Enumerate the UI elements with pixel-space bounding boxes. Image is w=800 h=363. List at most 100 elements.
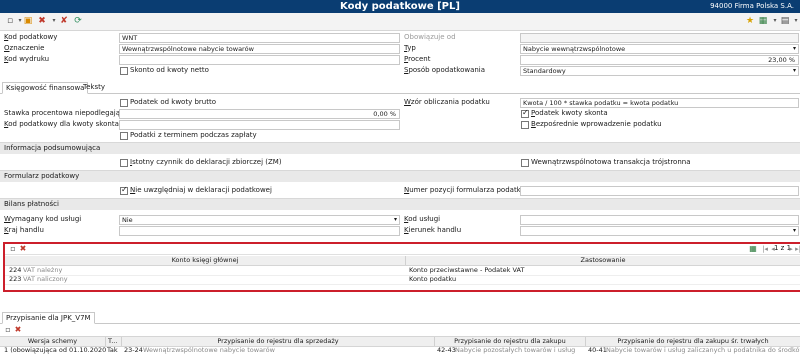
bilans-section-header: Bilans płatności	[0, 198, 800, 210]
toolbar: ▫ ▾ ▣ ✖ ▾ ✘ ⟳ ★ ▦ ▾ ▤ ▾	[0, 13, 800, 31]
typ-select[interactable]: Nabycie wewnątrzwspólnotowe ▾	[520, 44, 799, 54]
procent-field[interactable]: 23,00 %	[520, 55, 799, 65]
bezposrednie-label: Bezpośrednie wprowadzenie podatku	[531, 120, 662, 128]
delete-icon[interactable]: ✖	[36, 15, 48, 27]
numer-pozycji-field[interactable]	[520, 186, 799, 196]
kraj-handlu-label: Kraj handlu	[4, 226, 44, 234]
gl-accounts-grid: ▫ ✖ ▦ |◂ ◂ 1 z 1 ▸ ▸| Konto księgi główn…	[3, 242, 800, 292]
tab-bar: Księgowość finansowa Teksty	[0, 82, 800, 94]
column-header-zastosowanie[interactable]: Zastosowanie	[406, 256, 800, 265]
stawka-field[interactable]: 0,00 %	[119, 109, 400, 119]
grid-header: Konto księgi głównej Zastosowanie	[5, 256, 800, 266]
column-header-t[interactable]: T...	[108, 337, 120, 346]
column-header-zakup[interactable]: Przypisanie do rejestru dla zakupu	[435, 337, 585, 346]
company-label: 94000 Firma Polska S.A.	[710, 2, 794, 10]
wymagany-value: Nie	[122, 216, 133, 224]
reject-icon[interactable]: ✘	[58, 15, 70, 27]
kierunek-select[interactable]: ▾	[520, 226, 799, 236]
bottom-tab-bar: Przypisanie dla JPK_V7M	[0, 312, 800, 324]
kod-wydruku-label: Kod wydruku	[4, 55, 50, 63]
account-code: 223	[9, 275, 22, 283]
kod-uslugi-label: Kod usługi	[404, 215, 441, 223]
skonto-checkbox[interactable]	[120, 67, 128, 75]
column-header-srodki-trwale[interactable]: Przypisanie do rejestru dla zakupu śr. t…	[586, 337, 800, 346]
kierunek-label: Kierunek handlu	[404, 226, 462, 234]
chevron-down-icon: ▾	[393, 216, 397, 223]
wymagany-label: Wymagany kod usługi	[4, 215, 82, 223]
terminem-label: Podatki z terminem podczas zapłaty	[130, 131, 257, 139]
tab-ksiegowosc[interactable]: Księgowość finansowa	[2, 82, 89, 94]
podatek-brutto-checkbox[interactable]	[120, 99, 128, 107]
typ-label: Typ	[404, 44, 416, 52]
save-icon[interactable]: ▣	[22, 15, 34, 27]
favorite-icon[interactable]: ★	[744, 15, 756, 27]
window-title: Kody podatkowe [PL]	[340, 1, 460, 12]
kraj-handlu-field[interactable]	[119, 226, 400, 236]
table-row[interactable]: 1 (obowiązująca od 01.10.2020) Tak 23-24…	[0, 346, 800, 356]
sprzedaz-name-cell: Wewnątrzwspólnotowe nabycie towarów	[143, 346, 275, 354]
podatek-skonta-checkbox[interactable]	[521, 108, 529, 118]
oznaczenie-field[interactable]: Wewnątrzwspólnotowe nabycie towarów	[119, 44, 400, 54]
chevron-down-icon: ▾	[792, 227, 796, 234]
zakup-code-cell: 42-43	[437, 346, 456, 354]
title-bar: Kody podatkowe [PL] 94000 Firma Polska S…	[0, 0, 800, 13]
podatek-skonta-label: Podatek kwoty skonta	[531, 109, 608, 117]
kod-podatkowy-field[interactable]: WNT	[119, 33, 400, 43]
obowiazuje-od-field	[520, 33, 799, 43]
column-header-konto[interactable]: Konto księgi głównej	[5, 256, 405, 265]
account-name: VAT należny	[23, 266, 63, 274]
account-name: VAT naliczony	[23, 275, 68, 283]
informacja-title: Informacja podsumowująca	[4, 144, 101, 152]
transakcja-label: Wewnątrzwspólnotowa transakcja trójstron…	[531, 158, 691, 166]
bezposrednie-checkbox[interactable]	[521, 121, 529, 129]
wzor-label: Wzór obliczania podatku	[404, 98, 490, 106]
nie-uwzgledniaj-label: Nie uwzględniaj w deklaracji podatkowej	[130, 186, 272, 194]
formularz-title: Formularz podatkowy	[4, 172, 80, 180]
delete-row-icon[interactable]: ✖	[17, 243, 29, 255]
procent-label: Procent	[404, 55, 431, 63]
account-usage: Konto podatku	[409, 275, 457, 283]
wzor-field[interactable]: Kwota / 100 * stawka podatku = kwota pod…	[520, 98, 799, 108]
bottom-grid-toolbar: ▫ ✖	[0, 325, 800, 335]
sposob-label: Sposób opodatkowania	[404, 66, 486, 74]
podatek-brutto-label: Podatek od kwoty brutto	[130, 98, 216, 106]
trwale-code-cell: 40-41	[588, 346, 607, 354]
transakcja-checkbox[interactable]	[521, 159, 529, 167]
kod-podatkowy-label: Kod podatkowy	[4, 33, 58, 41]
typ-value: Nabycie wewnątrzwspólnotowe	[523, 45, 626, 53]
column-header-sprzedaz[interactable]: Przypisanie do rejestru dla sprzedaży	[122, 337, 434, 346]
account-usage: Konto przeciwstawne - Podatek VAT	[409, 266, 525, 274]
refresh-icon[interactable]: ⟳	[72, 15, 84, 27]
column-header-wersja[interactable]: Wersja schemy	[0, 337, 105, 346]
tab-jpk-v7m[interactable]: Przypisanie dla JPK_V7M	[2, 312, 95, 324]
column-divider	[105, 337, 106, 346]
kod-wydruku-field[interactable]	[119, 55, 400, 65]
wymagany-select[interactable]: Nie ▾	[119, 215, 400, 225]
grid-export-icon[interactable]: ▦	[747, 243, 759, 255]
grid-toolbar: ▫ ✖ ▦ |◂ ◂ 1 z 1 ▸ ▸|	[5, 244, 800, 255]
chevron-down-icon: ▾	[792, 67, 796, 74]
istotny-checkbox[interactable]	[120, 159, 128, 167]
t-cell: Tak	[107, 346, 118, 354]
delete-row-icon[interactable]: ✖	[12, 324, 24, 336]
kod-uslugi-field[interactable]	[520, 215, 799, 225]
informacja-section-header: Informacja podsumowująca	[0, 142, 800, 154]
sprzedaz-code-cell: 23-24	[124, 346, 143, 354]
table-row[interactable]: 223 VAT naliczony Konto podatku	[5, 275, 800, 285]
istotny-label: Istotny czynnik do deklaracji zbiorczej …	[130, 158, 282, 166]
terminem-checkbox[interactable]	[120, 132, 128, 140]
nie-uwzgledniaj-checkbox[interactable]	[120, 185, 128, 195]
kod-skonta-field[interactable]	[119, 120, 400, 130]
sposob-select[interactable]: Standardowy ▾	[520, 66, 799, 76]
formularz-section-header: Formularz podatkowy	[0, 170, 800, 182]
export-icon[interactable]: ▦	[757, 15, 769, 27]
trwale-name-cell: Nabycie towarów i usług zaliczanych u po…	[606, 346, 800, 354]
tab-teksty[interactable]: Teksty	[80, 82, 108, 92]
wersja-cell: 1 (obowiązująca od 01.10.2020)	[4, 346, 106, 354]
last-page-icon[interactable]: ▸|	[792, 243, 800, 255]
oznaczenie-label: Oznaczenie	[4, 44, 45, 52]
sposob-value: Standardowy	[523, 67, 566, 75]
zakup-name-cell: Nabycie pozostałych towarów i usług	[455, 346, 576, 354]
layout-dropdown-icon[interactable]: ▾	[790, 15, 800, 27]
stawka-value: 0,00 %	[373, 110, 396, 118]
